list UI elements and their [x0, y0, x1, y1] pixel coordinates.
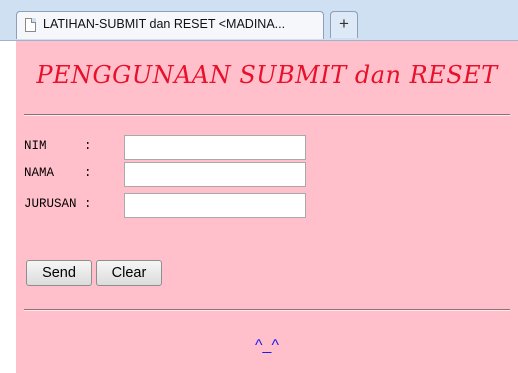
page-content: PENGGUNAAN SUBMIT dan RESET NIM : NAMA :… — [16, 41, 518, 373]
clear-button[interactable]: Clear — [96, 260, 162, 286]
jurusan-input[interactable] — [124, 193, 306, 218]
nama-label: NAMA : — [24, 166, 92, 180]
nama-input[interactable] — [124, 162, 306, 187]
send-button[interactable]: Send — [26, 260, 92, 286]
page-heading: PENGGUNAAN SUBMIT dan RESET — [36, 61, 498, 89]
footer-smiley: ^_^ — [255, 337, 279, 354]
nim-input[interactable] — [124, 135, 306, 160]
tab-bar: LATIHAN-SUBMIT dan RESET <MADINA... + — [0, 0, 518, 41]
browser-tab[interactable]: LATIHAN-SUBMIT dan RESET <MADINA... — [16, 11, 324, 39]
tab-title: LATIHAN-SUBMIT dan RESET <MADINA... — [43, 17, 286, 31]
page-icon — [25, 18, 36, 32]
left-edge — [0, 41, 16, 373]
nim-label: NIM : — [24, 139, 92, 153]
browser-window: LATIHAN-SUBMIT dan RESET <MADINA... + PE… — [0, 0, 518, 373]
divider-top — [24, 114, 510, 116]
new-tab-button[interactable]: + — [330, 11, 358, 38]
jurusan-label: JURUSAN : — [24, 197, 92, 211]
divider-bottom — [24, 309, 510, 311]
plus-icon: + — [339, 14, 349, 33]
